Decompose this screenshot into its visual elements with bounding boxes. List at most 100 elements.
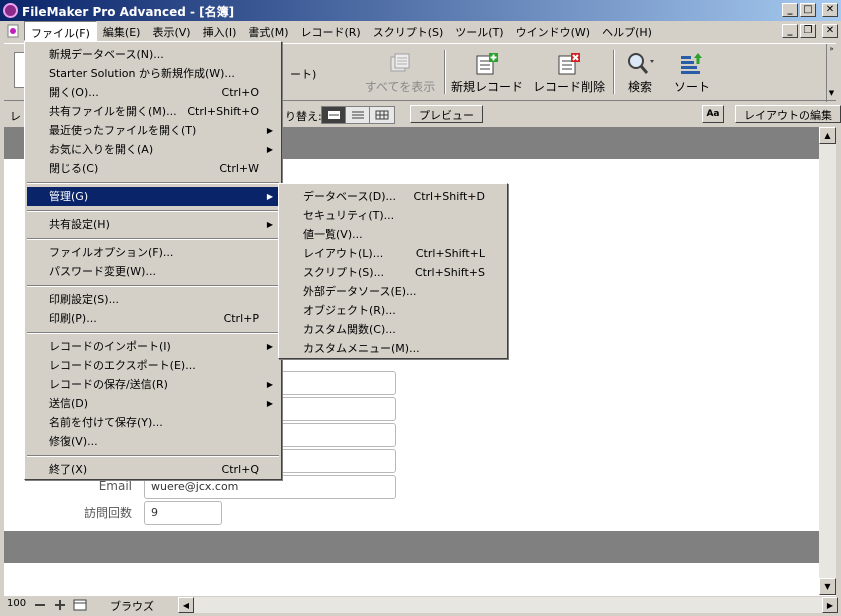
file-menu-item-19[interactable]: 終了(X) Ctrl+Q xyxy=(27,460,279,479)
menu-9[interactable]: ヘルプ(H) xyxy=(596,21,658,41)
menu-2[interactable]: 表示(V) xyxy=(146,21,196,41)
magnifier-icon xyxy=(628,53,654,74)
toolbar-overflow-scroll[interactable]: » ▼ xyxy=(826,44,836,102)
table-view-icon xyxy=(375,110,389,120)
email-label: Email xyxy=(98,479,132,493)
menu-separator xyxy=(27,455,279,457)
toolbar-partial-label: ート) xyxy=(290,68,317,81)
doc-minimize-button[interactable]: _ xyxy=(782,24,798,38)
menu-7[interactable]: ツール(T) xyxy=(449,21,509,41)
footer-band xyxy=(4,531,819,563)
menu-8[interactable]: ウインドウ(W) xyxy=(510,21,596,41)
menu-4[interactable]: 書式(M) xyxy=(242,21,294,41)
file-menu-item-13[interactable]: レコードのインポート(I) ▶ xyxy=(27,337,279,356)
mode-indicator[interactable]: ブラウズ xyxy=(110,598,154,614)
scroll-left-button[interactable]: ◀ xyxy=(178,597,194,613)
file-menu-item-5[interactable]: お気に入りを開く(A) ▶ xyxy=(27,140,279,159)
manage-menu-item-3[interactable]: レイアウト(L)... Ctrl+Shift+L xyxy=(281,244,505,263)
window-title: FileMaker Pro Advanced - [名簿] xyxy=(22,5,235,19)
maximize-button[interactable]: □ xyxy=(800,3,816,17)
document-icon[interactable] xyxy=(6,24,20,38)
submenu-arrow-icon: ▶ xyxy=(266,220,273,229)
manage-submenu: データベース(D)... Ctrl+Shift+D セキュリティ(T)... 値一覧(… xyxy=(278,183,508,359)
form-view-icon xyxy=(327,111,340,119)
edit-layout-button[interactable]: レイアウトの編集 xyxy=(735,105,841,123)
file-menu-item-6[interactable]: 閉じる(C) Ctrl+W xyxy=(27,159,279,178)
file-menu-item-18[interactable]: 修復(V)... xyxy=(27,432,279,451)
delete-record-button[interactable]: レコード削除 xyxy=(530,50,608,98)
menu-6[interactable]: スクリプト(S) xyxy=(367,21,450,41)
toggle-status-area-icon[interactable] xyxy=(73,599,87,611)
menu-bar: ファイル(F) 編集(E) 表示(V) 挿入(I) 書式(M) レコード(R) スクリプト(… xyxy=(0,21,841,41)
file-menu-item-3[interactable]: 共有ファイルを開く(M)... Ctrl+Shift+O xyxy=(27,102,279,121)
table-view-button[interactable] xyxy=(370,107,394,123)
file-menu-item-15[interactable]: レコードの保存/送信(R) ▶ xyxy=(27,375,279,394)
file-menu-item-4[interactable]: 最近使ったファイルを開く(T) ▶ xyxy=(27,121,279,140)
sort-icon xyxy=(681,53,702,74)
manage-menu-item-7[interactable]: カスタム関数(C)... xyxy=(281,320,505,339)
menu-3[interactable]: 挿入(I) xyxy=(197,21,243,41)
file-menu-item-10[interactable]: パスワード変更(W)... xyxy=(27,262,279,281)
file-menu-dropdown: 新規データベース(N)... Starter Solution から新規作成(W)… xyxy=(24,41,282,480)
layout-label-partial: レ xyxy=(10,110,21,123)
menu-separator xyxy=(27,182,279,184)
file-menu-item-11[interactable]: 印刷設定(S)... xyxy=(27,290,279,309)
bottom-status-bar: 100 ブラウズ ◀ ▶ xyxy=(4,595,838,614)
file-menu-item-7[interactable]: 管理(G) ▶ xyxy=(27,187,279,206)
submenu-arrow-icon: ▶ xyxy=(266,126,273,135)
manage-menu-item-5[interactable]: 外部データソース(E)... xyxy=(281,282,505,301)
minimize-button[interactable]: _ xyxy=(782,3,798,17)
manage-menu-item-2[interactable]: 値一覧(V)... xyxy=(281,225,505,244)
doc-restore-button[interactable]: ❐ xyxy=(800,24,816,38)
form-view-button[interactable] xyxy=(322,107,346,123)
menu-separator xyxy=(27,285,279,287)
filemaker-app-icon[interactable] xyxy=(3,3,18,18)
preview-button[interactable]: プレビュー xyxy=(410,105,483,123)
list-view-button[interactable] xyxy=(346,107,370,123)
menu-separator xyxy=(27,210,279,212)
file-menu-item-8[interactable]: 共有設定(H) ▶ xyxy=(27,215,279,234)
show-all-button[interactable]: すべてを表示 xyxy=(362,50,438,98)
manage-menu-item-1[interactable]: セキュリティ(T)... xyxy=(281,206,505,225)
submenu-arrow-icon: ▶ xyxy=(266,192,273,201)
scroll-right-button[interactable]: ▶ xyxy=(822,597,838,613)
zoom-in-icon[interactable] xyxy=(54,599,66,611)
file-menu-item-2[interactable]: 開く(O)... Ctrl+O xyxy=(27,83,279,102)
text-format-button[interactable]: Aa xyxy=(702,105,724,123)
submenu-arrow-icon: ▶ xyxy=(266,380,273,389)
new-record-icon xyxy=(476,53,498,75)
sort-button[interactable]: ソート xyxy=(668,50,716,98)
file-menu-item-16[interactable]: 送信(D) ▶ xyxy=(27,394,279,413)
visits-label: 訪問回数 xyxy=(83,506,132,520)
manage-menu-item-4[interactable]: スクリプト(S)... Ctrl+Shift+S xyxy=(281,263,505,282)
zoom-level[interactable]: 100 xyxy=(7,598,26,609)
file-menu-item-0[interactable]: 新規データベース(N)... xyxy=(27,45,279,64)
title-bar: FileMaker Pro Advanced - [名簿] _ □ ✕ xyxy=(0,0,841,21)
close-button[interactable]: ✕ xyxy=(822,3,838,17)
delete-record-icon xyxy=(558,53,580,75)
find-button[interactable]: 検索 xyxy=(618,50,662,98)
file-menu-item-14[interactable]: レコードのエクスポート(E)... xyxy=(27,356,279,375)
menu-separator xyxy=(27,332,279,334)
menu-1[interactable]: 編集(E) xyxy=(97,21,147,41)
manage-menu-item-8[interactable]: カスタムメニュー(M)... xyxy=(281,339,505,358)
vertical-scrollbar[interactable]: ▲ ▼ xyxy=(819,127,836,595)
visits-field[interactable]: 9 xyxy=(144,501,222,525)
manage-menu-item-0[interactable]: データベース(D)... Ctrl+Shift+D xyxy=(281,187,505,206)
menu-5[interactable]: レコード(R) xyxy=(294,21,366,41)
menu-separator xyxy=(27,238,279,240)
submenu-arrow-icon: ▶ xyxy=(266,145,273,154)
manage-menu-item-6[interactable]: オブジェクト(R)... xyxy=(281,301,505,320)
file-menu-item-1[interactable]: Starter Solution から新規作成(W)... xyxy=(27,64,279,83)
doc-close-button[interactable]: ✕ xyxy=(822,24,838,38)
file-menu-item-12[interactable]: 印刷(P)... Ctrl+P xyxy=(27,309,279,328)
zoom-out-icon[interactable] xyxy=(34,599,46,611)
new-record-button[interactable]: 新規レコード xyxy=(449,50,525,98)
horizontal-scrollbar[interactable]: ◀ ▶ xyxy=(178,597,838,613)
scroll-up-button[interactable]: ▲ xyxy=(819,127,836,144)
scroll-down-button[interactable]: ▼ xyxy=(819,578,836,595)
menu-0[interactable]: ファイル(F) xyxy=(24,21,97,41)
view-switch-label: り替え: xyxy=(285,110,322,123)
file-menu-item-9[interactable]: ファイルオプション(F)... xyxy=(27,243,279,262)
file-menu-item-17[interactable]: 名前を付けて保存(Y)... xyxy=(27,413,279,432)
